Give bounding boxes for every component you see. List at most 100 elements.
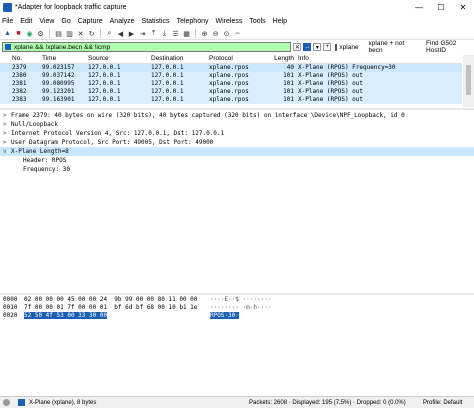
capture-options-icon[interactable]: ⚙ <box>36 29 45 38</box>
column-header-info[interactable]: Info <box>298 55 458 63</box>
packet-list-scrollbar[interactable] <box>463 55 474 107</box>
menu-help[interactable]: Help <box>273 18 287 25</box>
packet-row[interactable]: 2380 99.037142 127.0.0.1 127.0.0.1 xplan… <box>0 72 462 80</box>
packet-row[interactable]: 2381 99.080995 127.0.0.1 127.0.0.1 xplan… <box>0 80 462 88</box>
detail-row-udp[interactable]: > User Datagram Protocol, Src Port: 49005… <box>0 138 474 147</box>
cell-info: X-Plane (RPOS) out <box>298 96 364 103</box>
menu-wireless[interactable]: Wireless <box>215 18 242 25</box>
packet-row[interactable]: 2383 99.163901 127.0.0.1 127.0.0.1 xplan… <box>0 96 462 104</box>
column-header-no[interactable]: No. <box>0 55 42 63</box>
detail-row-frequency[interactable]: Frequency: 30 <box>0 165 474 174</box>
bytes-row[interactable]: 0020 52 50 4f 53 00 33 30 00 RPOS·30· <box>0 312 474 320</box>
column-header-time[interactable]: Time <box>42 55 88 63</box>
reload-icon[interactable]: ↻ <box>87 29 96 38</box>
wireshark-icon <box>3 3 12 12</box>
expand-arrow-icon[interactable]: > <box>3 138 11 147</box>
packet-row[interactable]: 2382 99.123201 127.0.0.1 127.0.0.1 xplan… <box>0 88 462 96</box>
pane-splitter[interactable] <box>0 293 474 295</box>
cell-info: X-Plane (RPOS) Frequency=30 <box>298 64 396 71</box>
detail-text: Header: RPOS <box>23 157 67 164</box>
status-field-info: X-Plane (xplane), 8 bytes <box>29 399 97 406</box>
detail-text: Frame 2379: 40 bytes on wire (320 bits),… <box>11 112 405 119</box>
cell-source: 127.0.0.1 <box>88 80 121 87</box>
zoom-reset-icon[interactable]: ⊙ <box>222 29 231 38</box>
go-back-icon[interactable]: ◀ <box>116 29 125 38</box>
expand-arrow-icon[interactable]: > <box>3 120 11 129</box>
packet-row[interactable]: 2379 99.023157 127.0.0.1 127.0.0.1 xplan… <box>0 64 462 72</box>
close-button[interactable]: ✕ <box>452 0 474 15</box>
last-packet-icon[interactable]: ⤓ <box>160 29 169 38</box>
menu-edit[interactable]: Edit <box>20 18 32 25</box>
zoom-out-icon[interactable]: ⊖ <box>211 29 220 38</box>
detail-row-header[interactable]: Header: RPOS <box>0 156 474 165</box>
open-file-icon[interactable]: ▤ <box>54 29 63 38</box>
detail-row-ipv4[interactable]: > Internet Protocol Version 4, Src: 127.0… <box>0 129 474 138</box>
clear-filter-icon[interactable]: ✕ <box>293 43 302 51</box>
menu-capture[interactable]: Capture <box>78 18 103 25</box>
detail-row-null-loopback[interactable]: > Null/Loopback <box>0 120 474 129</box>
cell-length: 40 <box>286 64 294 71</box>
cell-destination: 127.0.0.1 <box>151 80 184 87</box>
close-file-icon[interactable]: ✕ <box>76 29 85 38</box>
column-header-destination[interactable]: Destination <box>151 55 209 63</box>
column-header-protocol[interactable]: Protocol <box>209 55 260 63</box>
restart-capture-icon[interactable]: ◉ <box>25 29 34 38</box>
go-to-packet-icon[interactable]: ⇥ <box>138 29 147 38</box>
column-header-source[interactable]: Source <box>88 55 151 63</box>
bytes-row[interactable]: 0010 7f 00 00 01 7f 00 00 01 bf 6d bf 68… <box>0 304 474 312</box>
menu-statistics[interactable]: Statistics <box>142 18 170 25</box>
display-filter-input[interactable]: xplane && !xplane.becn && !icmp <box>2 42 292 52</box>
menu-go[interactable]: Go <box>61 18 70 25</box>
resize-columns-icon[interactable]: ⇔ <box>233 29 242 38</box>
first-packet-icon[interactable]: ⤒ <box>149 29 158 38</box>
zoom-in-icon[interactable]: ⊕ <box>200 29 209 38</box>
cell-info: X-Plane (RPOS) out <box>298 72 364 79</box>
detail-row-xplane[interactable]: v X-Plane Length=8 <box>0 147 474 156</box>
detail-row-frame[interactable]: > Frame 2379: 40 bytes on wire (320 bits)… <box>0 111 474 120</box>
detail-text: Internet Protocol Version 4, Src: 127.0.… <box>11 130 225 137</box>
expand-arrow-icon[interactable]: > <box>3 129 11 138</box>
apply-filter-icon[interactable]: → <box>303 43 312 51</box>
menu-analyze[interactable]: Analyze <box>110 18 135 25</box>
bytes-row[interactable]: 0000 02 00 00 00 45 00 00 24 9b 99 00 00… <box>0 296 474 304</box>
maximize-button[interactable]: ☐ <box>430 0 452 15</box>
pane-splitter[interactable] <box>0 108 474 110</box>
save-file-icon[interactable]: ▥ <box>65 29 74 38</box>
expand-arrow-icon[interactable]: > <box>3 111 11 120</box>
stop-capture-icon[interactable]: ■ <box>14 29 23 38</box>
collapse-arrow-icon[interactable]: v <box>3 147 11 156</box>
add-filter-button-icon[interactable]: + <box>323 43 332 51</box>
menu-file[interactable]: File <box>2 18 13 25</box>
bytes-ascii: ········ ·m·h···· <box>210 304 272 311</box>
menu-bar: File Edit View Go Capture Analyze Statis… <box>0 15 474 27</box>
filter-dropdown-icon[interactable]: ▾ <box>313 43 322 51</box>
bookmark-icon[interactable] <box>5 44 11 50</box>
menu-view[interactable]: View <box>39 18 54 25</box>
cell-no: 2383 <box>12 96 27 103</box>
filter-button-find-hostid[interactable]: Find G502 HostID <box>426 40 474 54</box>
column-header-length[interactable]: Length <box>260 55 298 63</box>
menu-telephony[interactable]: Telephony <box>177 18 209 25</box>
cell-destination: 127.0.0.1 <box>151 72 184 79</box>
cell-length: 101 <box>283 72 294 79</box>
scrollbar-thumb[interactable] <box>466 65 471 95</box>
filter-button-xplane[interactable]: xplane <box>335 40 359 54</box>
menu-tools[interactable]: Tools <box>249 18 265 25</box>
minimize-button[interactable]: — <box>408 0 430 15</box>
find-packet-icon[interactable]: ⌕ <box>105 29 114 38</box>
colorize-icon[interactable]: ▦ <box>182 29 191 38</box>
detail-text: Frequency: 30 <box>23 166 70 173</box>
main-toolbar: ▲ ■ ◉ ⚙ ▤ ▥ ✕ ↻ ⌕ ◀ ▶ ⇥ ⤒ ⤓ ☰ ▦ ⊕ ⊖ ⊙ ⇔ <box>0 28 474 40</box>
cell-info: X-Plane (RPOS) out <box>298 80 364 87</box>
filter-button-xplane-not-becn[interactable]: xplane + not becn <box>369 40 416 54</box>
shark-fin-start-icon[interactable]: ▲ <box>3 29 12 38</box>
status-profile[interactable]: Profile: Default <box>423 400 462 406</box>
autoscroll-icon[interactable]: ☰ <box>171 29 180 38</box>
cell-no: 2379 <box>12 64 27 71</box>
go-forward-icon[interactable]: ▶ <box>127 29 136 38</box>
capture-comment-icon[interactable] <box>18 399 25 406</box>
title-bar: *Adapter for loopback traffic capture — … <box>0 0 474 15</box>
window-title: *Adapter for loopback traffic capture <box>15 4 127 11</box>
cell-protocol: xplane.rpos <box>209 96 249 103</box>
expert-info-icon[interactable] <box>3 399 10 406</box>
